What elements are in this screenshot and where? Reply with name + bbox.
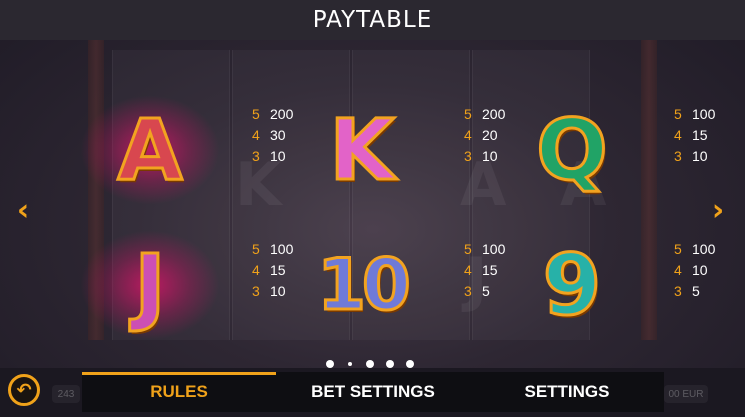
payout-count: 5	[464, 105, 472, 122]
payout-row: 5 100	[674, 238, 734, 259]
payout-row: 4 15	[674, 124, 734, 145]
symbol-icon: K	[328, 101, 396, 199]
payout-count: 4	[464, 126, 472, 143]
payout-count: 5	[464, 240, 472, 257]
paytable-symbol-cell: 10 5 100 4 15 3 5	[292, 230, 522, 340]
payout-count: 4	[674, 126, 682, 143]
payout-count: 3	[674, 147, 682, 164]
payout-row: 4 10	[674, 259, 734, 280]
previous-page-button[interactable]: ‹	[10, 192, 36, 228]
payout-amount: 10	[270, 282, 286, 299]
pagination-dot[interactable]	[406, 360, 414, 368]
chevron-right-icon: ›	[711, 192, 725, 228]
paytable-symbol-cell: Q 5 100 4 15 3 10	[502, 95, 732, 205]
payout-amount: 15	[692, 126, 708, 143]
chevron-left-icon: ‹	[16, 192, 30, 228]
symbol-icon: Q	[535, 101, 609, 199]
payout-amount: 15	[270, 261, 286, 278]
payout-amount: 10	[692, 147, 708, 164]
payout-amount: 10	[482, 147, 498, 164]
payout-count: 4	[252, 126, 260, 143]
payout-amount: 30	[270, 126, 286, 143]
background-lines-pill: 243	[52, 385, 80, 403]
payout-amount: 100	[692, 240, 716, 257]
payout-amount: 15	[482, 261, 498, 278]
paytable-symbol-cell: K 5 200 4 20 3 10	[292, 95, 522, 205]
payout-count: 4	[252, 261, 260, 278]
symbol-icon: 9	[541, 236, 602, 334]
payout-count: 5	[252, 105, 260, 122]
payout-amount: 5	[482, 282, 490, 299]
payout-count: 5	[674, 240, 682, 257]
payout-count: 3	[252, 147, 260, 164]
next-page-button[interactable]: ›	[705, 192, 731, 228]
payout-amount: 200	[270, 105, 294, 122]
paytable-symbol-cell: 9 5 100 4 10 3 5	[502, 230, 732, 340]
pagination-dot[interactable]	[366, 360, 374, 368]
payout-count: 4	[464, 261, 472, 278]
pagination-dot[interactable]	[386, 360, 394, 368]
tab-settings[interactable]: SETTINGS	[470, 372, 664, 412]
pagination-dots	[326, 358, 414, 370]
paytable-header: PAYTABLE	[0, 0, 745, 40]
payout-count: 3	[464, 282, 472, 299]
payout-row: 3 10	[674, 145, 734, 166]
payout-amount: 100	[692, 105, 716, 122]
payout-amount: 20	[482, 126, 498, 143]
bottom-tab-bar: RULES BET SETTINGS SETTINGS	[82, 372, 664, 412]
payout-count: 3	[464, 147, 472, 164]
payout-count: 5	[674, 105, 682, 122]
symbol-icon: A	[116, 101, 184, 199]
payout-count: 3	[674, 282, 682, 299]
symbol-icon: 10	[316, 244, 412, 326]
paytable-symbol-cell: A 5 200 4 30 3 10	[80, 95, 310, 205]
paytable-symbol-cell: J 5 100 4 15 3 10	[80, 230, 310, 340]
tab-bet-settings[interactable]: BET SETTINGS	[276, 372, 470, 412]
active-tab-indicator	[82, 372, 276, 375]
symbol-icon: J	[133, 236, 167, 334]
back-button[interactable]: ↶	[8, 374, 40, 406]
payout-list: 5 100 4 15 3 10	[674, 103, 734, 166]
payout-amount: 10	[692, 261, 708, 278]
payout-amount: 10	[270, 147, 286, 164]
payout-row: 35	[674, 280, 734, 301]
payout-amount: 100	[270, 240, 294, 257]
payout-list: 5 100 4 10 3 5	[674, 238, 734, 301]
payout-count: 4	[674, 261, 682, 278]
back-arrow-icon: ↶	[16, 379, 32, 401]
payout-count: 5	[252, 240, 260, 257]
payout-row: 5 100	[674, 103, 734, 124]
page-title: PAYTABLE	[312, 7, 433, 33]
background-balance-pill: 00 EUR	[664, 385, 708, 403]
payout-count: 3	[252, 282, 260, 299]
pagination-dot[interactable]	[346, 360, 354, 368]
payout-amount: 5	[692, 282, 700, 299]
pagination-dot[interactable]	[326, 360, 334, 368]
tab-rules[interactable]: RULES	[82, 372, 276, 412]
